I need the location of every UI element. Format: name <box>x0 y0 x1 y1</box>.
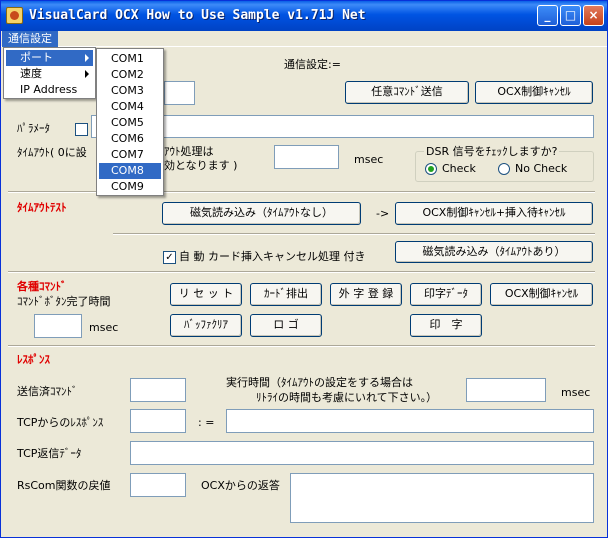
app-icon <box>6 7 23 24</box>
submenu-arrow-icon <box>85 54 89 62</box>
dsr-nocheck-label: No Check <box>515 162 568 175</box>
ocx-cancel-button[interactable]: OCX制御ｷｬﾝｾﾙ <box>475 81 593 104</box>
port-item-com2[interactable]: COM2 <box>99 67 161 83</box>
tcp-response-field[interactable] <box>130 409 186 433</box>
ocx-return-field[interactable] <box>290 473 594 523</box>
port-item-com8[interactable]: COM8 <box>99 163 161 179</box>
port-item-com4[interactable]: COM4 <box>99 99 161 115</box>
dsr-check-radio[interactable] <box>425 163 437 175</box>
dsr-check-label: Check <box>442 162 476 175</box>
sent-command-label: 送信済ｺﾏﾝﾄﾞ <box>17 385 78 398</box>
submenu-arrow-icon <box>85 70 89 78</box>
close-button[interactable]: × <box>583 5 604 26</box>
ocx-cancel-cmd-button[interactable]: OCX制御ｷｬﾝｾﾙ <box>490 283 593 306</box>
ocx-return-label: OCXからの返答 <box>201 479 280 492</box>
param-label: ﾊﾟﾗﾒｰﾀ <box>17 122 50 135</box>
timeout-note-2: 効となります ) <box>164 159 238 172</box>
port-item-com7[interactable]: COM7 <box>99 147 161 163</box>
param-checkbox[interactable] <box>75 123 88 136</box>
menu-item-speed-label: 速度 <box>20 67 42 80</box>
port-item-com1[interactable]: COM1 <box>99 51 161 67</box>
card-eject-button[interactable]: ｶｰﾄﾞ排出 <box>250 283 322 306</box>
exec-time-field[interactable] <box>466 378 546 402</box>
buffer-clear-button[interactable]: ﾊﾞｯﾌｧｸﾘｱ <box>170 314 242 337</box>
mag-read-timeout-button[interactable]: 磁気読み込み（ﾀｲﾑｱｳﾄあり） <box>395 241 593 263</box>
ocx-cancel-insert-button[interactable]: OCX制御ｷｬﾝｾﾙ+挿入待ｷｬﾝｾﾙ <box>395 202 593 225</box>
exec-time-note: ﾘﾄﾗｲの時間も考慮にいれて下さい。） <box>256 391 438 404</box>
rscom-return-label: RsCom関数の戻値 <box>17 479 111 492</box>
minimize-button[interactable]: _ <box>537 5 558 26</box>
auto-cancel-checkbox[interactable]: ✓ <box>163 251 176 264</box>
sent-command-field[interactable] <box>130 378 186 402</box>
timeout-note-1: ｱｳﾄ処理は <box>164 145 214 158</box>
menu-item-speed[interactable]: 速度 <box>6 66 93 82</box>
arrow-label: -> <box>376 207 390 220</box>
cmd-time-unit: msec <box>89 321 119 334</box>
tcp-response-label: TCPからのﾚｽﾎﾟﾝｽ <box>17 416 104 429</box>
title-bar[interactable]: VisualCard OCX How to Use Sample v1.71J … <box>1 1 607 31</box>
print-button[interactable]: 印 字 <box>410 314 482 337</box>
response-heading: ﾚｽﾎﾟﾝｽ <box>17 353 50 366</box>
exec-time-unit: msec <box>561 386 591 399</box>
port-item-com9[interactable]: COM9 <box>99 179 161 195</box>
commands-heading: 各種ｺﾏﾝﾄﾞ <box>17 280 67 293</box>
divider-4 <box>8 345 595 347</box>
timeout-field[interactable] <box>274 145 339 169</box>
port-submenu: COM1 COM2 COM3 COM4 COM5 COM6 COM7 COM8 … <box>96 48 164 196</box>
logo-button[interactable]: ロ ゴ <box>250 314 322 337</box>
tcp-return-field[interactable] <box>130 441 594 465</box>
comm-setting-label: 通信設定:= <box>284 58 341 71</box>
comm-value-field[interactable] <box>164 81 195 105</box>
menu-item-port[interactable]: ポート <box>6 50 93 66</box>
param-field[interactable] <box>91 115 594 138</box>
timeout-label: ﾀｲﾑｱｳﾄ( 0に設 <box>17 146 87 159</box>
dsr-title: DSR 信号をﾁｪｯｸしますか? <box>424 143 560 159</box>
menu-item-port-label: ポート <box>20 51 53 64</box>
tcp-response-detail-field[interactable] <box>226 409 594 433</box>
menu-item-ip-address[interactable]: IP Address <box>6 82 93 98</box>
tcp-return-label: TCP返信ﾃﾞｰﾀ <box>17 447 82 460</box>
cmd-done-time-label: ｺﾏﾝﾄﾞﾎﾞﾀﾝ完了時間 <box>17 295 111 308</box>
external-char-register-button[interactable]: 外 字 登 録 <box>330 283 402 306</box>
menu-bar: 通信設定 <box>1 31 607 47</box>
cmd-time-field[interactable] <box>34 314 82 338</box>
divider-2 <box>113 233 595 235</box>
main-window: VisualCard OCX How to Use Sample v1.71J … <box>0 0 608 538</box>
port-item-com3[interactable]: COM3 <box>99 83 161 99</box>
port-item-com6[interactable]: COM6 <box>99 131 161 147</box>
menu-comm-settings[interactable]: 通信設定 <box>2 31 58 47</box>
dsr-nocheck-radio[interactable] <box>498 163 510 175</box>
divider-3 <box>8 271 595 273</box>
window-title: VisualCard OCX How to Use Sample v1.71J … <box>29 8 366 23</box>
rscom-return-field[interactable] <box>130 473 186 497</box>
timeout-unit: msec <box>354 153 384 166</box>
timeout-test-heading: ﾀｲﾑｱｳﾄﾃｽﾄ <box>17 201 67 214</box>
maximize-button[interactable]: □ <box>560 5 581 26</box>
settings-dropdown: ポート 速度 IP Address <box>3 47 96 99</box>
exec-time-label: 実行時間（ﾀｲﾑｱｳﾄの設定をする場合は <box>226 376 413 389</box>
auto-cancel-label: 自 動 カード挿入キャンセル処理 付き <box>179 250 366 263</box>
mag-read-no-timeout-button[interactable]: 磁気読み込み（ﾀｲﾑｱｳﾄなし） <box>162 202 361 225</box>
print-data-button[interactable]: 印字ﾃﾞｰﾀ <box>410 283 482 306</box>
colon-eq-label: : = <box>198 416 215 429</box>
custom-command-button[interactable]: 任意ｺﾏﾝﾄﾞ送信 <box>345 81 469 104</box>
reset-button[interactable]: リ セ ッ ト <box>170 283 242 306</box>
port-item-com5[interactable]: COM5 <box>99 115 161 131</box>
